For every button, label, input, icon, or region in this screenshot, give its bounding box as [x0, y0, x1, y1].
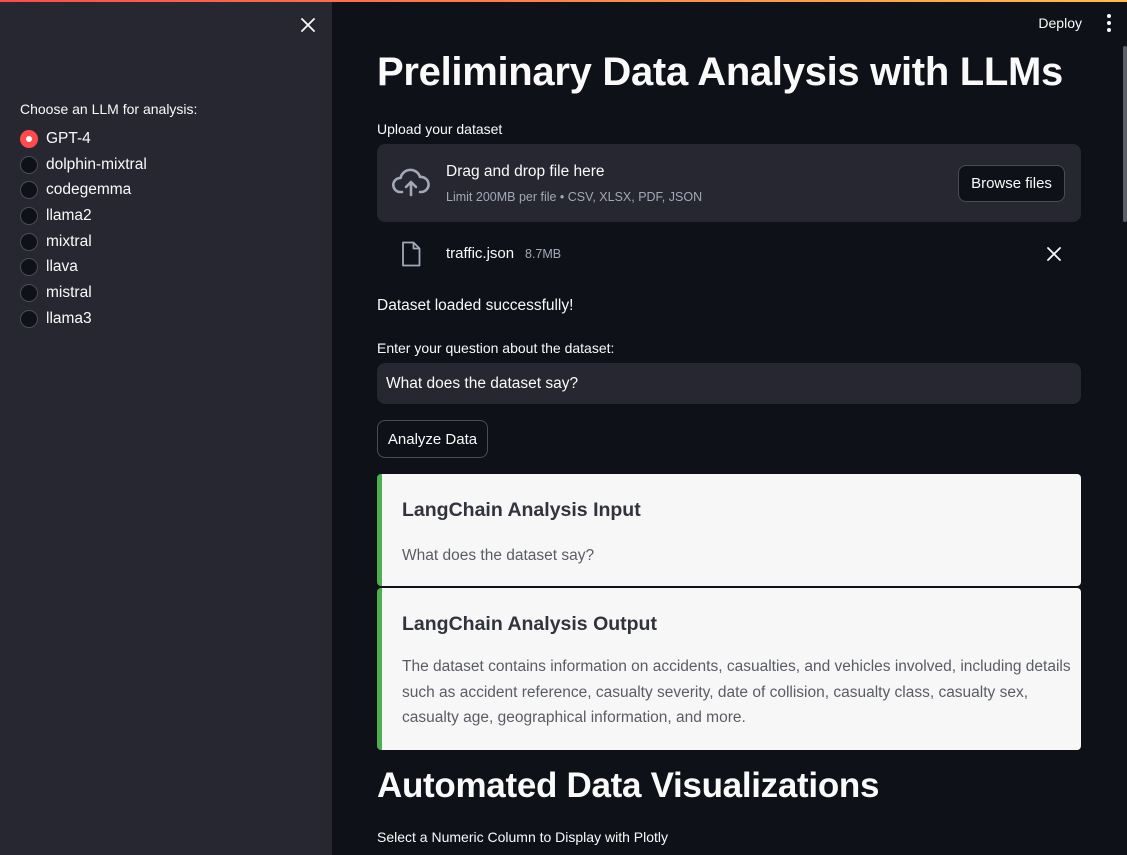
- radio-indicator[interactable]: [20, 283, 38, 302]
- numeric-column-select-label: Select a Numeric Column to Display with …: [377, 829, 668, 845]
- llm-radio-group: GPT-4 dolphin-mixtral codegemma llama2 m…: [20, 126, 147, 332]
- radio-indicator[interactable]: [20, 309, 38, 328]
- radio-option-llava[interactable]: llava: [20, 254, 147, 280]
- kebab-dot: [1107, 14, 1111, 18]
- card-title: LangChain Analysis Output: [402, 613, 657, 635]
- radio-indicator[interactable]: [20, 129, 38, 148]
- scrollbar-thumb[interactable]: [1123, 46, 1127, 222]
- question-label: Enter your question about the dataset:: [377, 340, 615, 356]
- radio-option-llama3[interactable]: llama3: [20, 306, 147, 332]
- upload-label: Upload your dataset: [377, 121, 503, 137]
- app-header: Deploy: [332, 0, 1127, 222]
- analysis-output-card: LangChain Analysis Output The dataset co…: [377, 588, 1081, 750]
- radio-option-label: mixtral: [46, 232, 92, 250]
- main-menu-button[interactable]: [1103, 14, 1115, 32]
- kebab-dot: [1107, 28, 1111, 32]
- radio-option-label: mistral: [46, 283, 92, 301]
- radio-option-label: llama2: [46, 206, 92, 224]
- visualizations-heading: Automated Data Visualizations: [377, 766, 880, 805]
- card-title: LangChain Analysis Input: [402, 499, 641, 521]
- radio-option-llama2[interactable]: llama2: [20, 203, 147, 229]
- cloud-upload-icon: [392, 168, 430, 197]
- page-title: Preliminary Data Analysis with LLMs: [377, 50, 1064, 94]
- radio-indicator[interactable]: [20, 258, 38, 277]
- question-input[interactable]: [377, 363, 1081, 404]
- radio-indicator[interactable]: [20, 232, 38, 251]
- radio-option-label: llava: [46, 258, 78, 276]
- radio-indicator[interactable]: [20, 206, 38, 225]
- radio-option-codegemma[interactable]: codegemma: [20, 177, 147, 203]
- uploaded-file-size: 8.7MB: [525, 247, 562, 261]
- file-icon: [402, 241, 421, 267]
- uploaded-file-name: traffic.json: [446, 245, 515, 262]
- dropzone-subtitle: Limit 200MB per file • CSV, XLSX, PDF, J…: [446, 190, 703, 204]
- radio-indicator[interactable]: [20, 155, 38, 174]
- radio-option-mixtral[interactable]: mixtral: [20, 229, 147, 255]
- radio-option-label: dolphin-mixtral: [46, 155, 147, 173]
- browse-files-button[interactable]: Browse files: [958, 165, 1065, 202]
- radio-option-gpt-4[interactable]: GPT-4: [20, 126, 147, 152]
- card-body: What does the dataset say?: [402, 547, 595, 564]
- remove-file-icon[interactable]: [1045, 245, 1063, 263]
- top-accent-bar: [0, 0, 1127, 2]
- radio-option-label: codegemma: [46, 181, 132, 199]
- radio-option-mistral[interactable]: mistral: [20, 280, 147, 306]
- radio-indicator[interactable]: [20, 181, 38, 200]
- deploy-button[interactable]: Deploy: [1038, 15, 1082, 31]
- kebab-dot: [1107, 21, 1111, 25]
- llm-radio-label: Choose an LLM for analysis:: [20, 101, 198, 117]
- sidebar: Choose an LLM for analysis: GPT-4 dolphi…: [0, 0, 332, 855]
- card-body: The dataset contains information on acci…: [402, 658, 1071, 726]
- close-sidebar-button[interactable]: [296, 13, 320, 37]
- radio-option-label: llama3: [46, 309, 92, 327]
- analyze-data-button[interactable]: Analyze Data: [377, 420, 488, 458]
- radio-option-label: GPT-4: [46, 129, 91, 147]
- close-icon: [301, 18, 315, 32]
- radio-option-dolphin-mixtral[interactable]: dolphin-mixtral: [20, 152, 147, 178]
- dropzone-title: Drag and drop file here: [446, 163, 605, 180]
- success-message: Dataset loaded successfully!: [377, 297, 574, 314]
- analysis-input-card: LangChain Analysis Input What does the d…: [377, 474, 1081, 586]
